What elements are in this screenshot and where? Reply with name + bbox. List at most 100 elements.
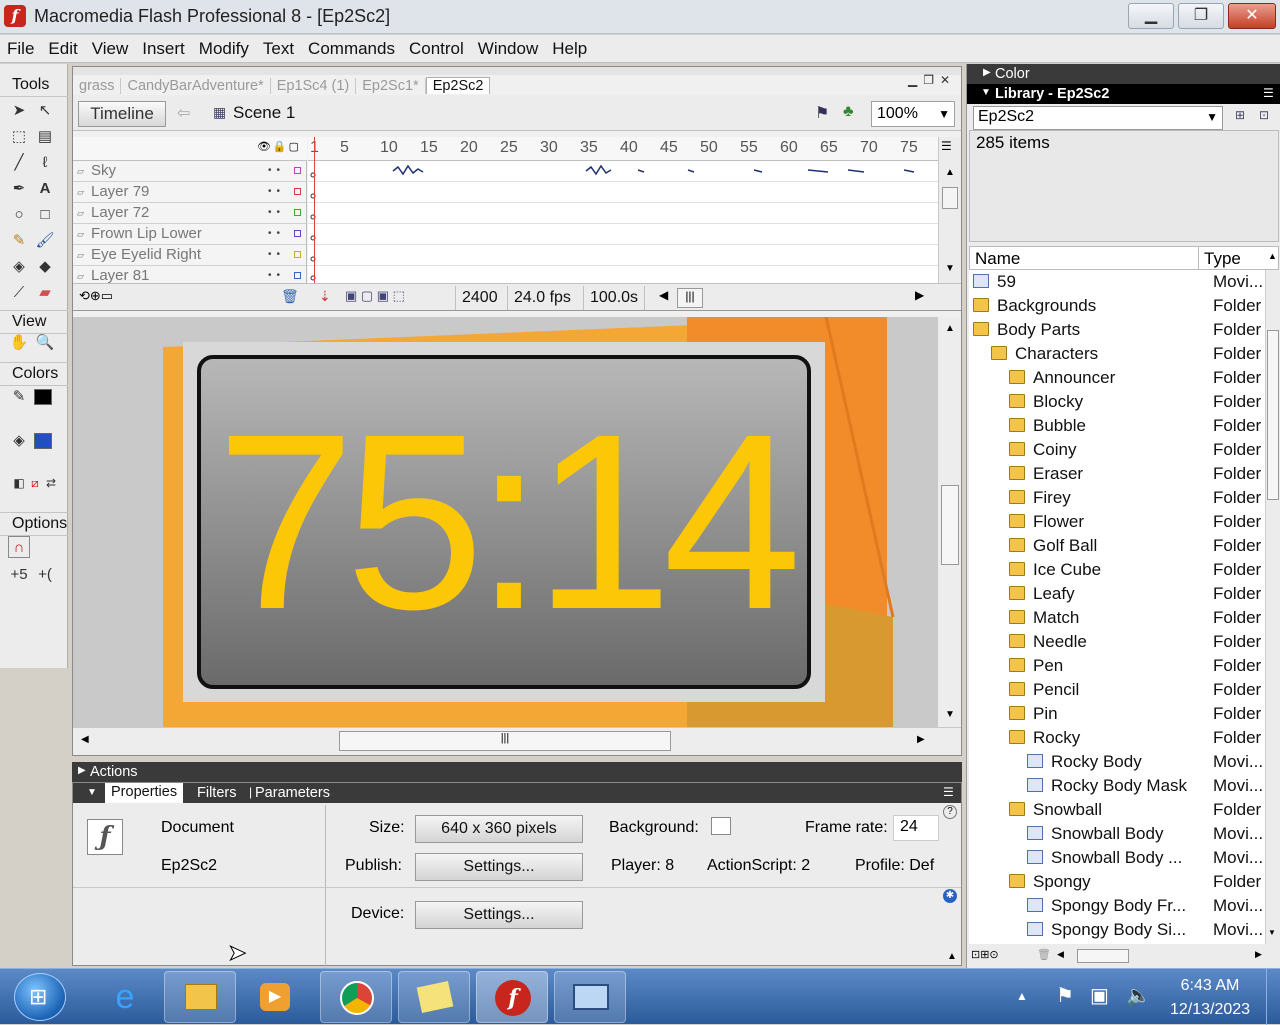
menu-edit[interactable]: Edit — [41, 35, 84, 59]
library-row[interactable]: Pen Folder — [969, 654, 1265, 678]
brush-tool-icon[interactable]: 🖌 — [34, 230, 56, 252]
frame-ruler[interactable]: 1 5 10 15 20 25 30 35 40 45 50 55 60 65 … — [308, 137, 938, 161]
fill-color-icon[interactable]: ◈ — [8, 430, 30, 452]
layer-row-sky[interactable]: ▱ Sky •• — [73, 161, 306, 182]
library-row[interactable]: Golf Ball Folder — [969, 534, 1265, 558]
scroll-thumb[interactable]: ||| — [339, 731, 671, 751]
library-row[interactable]: Spongy Folder — [969, 870, 1265, 894]
pen-tool-icon[interactable]: ✒ — [8, 178, 30, 200]
snap-magnet-icon[interactable]: ∩ — [8, 536, 30, 558]
tab-filters[interactable]: Filters — [197, 785, 236, 801]
library-row[interactable]: Snowball Body ... Movi... — [969, 846, 1265, 870]
clock-date[interactable]: 12/13/2023 — [1160, 1001, 1260, 1019]
publish-settings-button[interactable]: Settings... — [415, 853, 583, 881]
scroll-up-icon[interactable]: ▲ — [945, 167, 955, 178]
library-row[interactable]: Leafy Folder — [969, 582, 1265, 606]
zoom-tool-icon[interactable]: 🔍 — [34, 332, 56, 354]
library-row[interactable]: Coiny Folder — [969, 438, 1265, 462]
scroll-thumb[interactable] — [1267, 330, 1279, 500]
library-row[interactable]: Spongy Body Fr... Movi... — [969, 894, 1265, 918]
library-row[interactable]: Snowball Folder — [969, 798, 1265, 822]
back-arrow-icon[interactable]: ⇦ — [177, 103, 190, 123]
line-tool-icon[interactable]: ╱ — [8, 152, 30, 174]
network-icon[interactable]: ▣ — [1090, 983, 1109, 1008]
subselection-tool-icon[interactable]: ↖ — [34, 100, 56, 122]
internet-explorer-icon[interactable]: e — [94, 971, 156, 1023]
menu-help[interactable]: Help — [545, 35, 594, 59]
onion-skin-icons[interactable]: ▣ ▢ ▣ ⬚ — [345, 288, 405, 304]
menu-file[interactable]: File — [0, 35, 41, 59]
library-row[interactable]: Firey Folder — [969, 486, 1265, 510]
column-name-header[interactable]: Name — [975, 249, 1020, 269]
menu-control[interactable]: Control — [402, 35, 471, 59]
stroke-color-swatch[interactable] — [34, 389, 52, 405]
scroll-down-icon[interactable]: ▼ — [1268, 928, 1276, 937]
stage-area[interactable]: 75:14 — [73, 317, 937, 727]
pin-library-icon[interactable]: ⊞ — [1235, 108, 1245, 122]
scroll-right-icon[interactable]: ▶ — [1255, 949, 1262, 960]
paint-bucket-tool-icon[interactable]: ◆ — [34, 256, 56, 278]
scroll-thumb[interactable] — [1077, 949, 1129, 963]
sort-arrow-icon[interactable]: ▲ — [1268, 251, 1277, 261]
fill-transform-tool-icon[interactable]: ▤ — [34, 126, 56, 148]
media-player-taskbar-button[interactable]: ▶ — [244, 971, 306, 1023]
fill-color-swatch[interactable] — [34, 433, 52, 449]
menu-commands[interactable]: Commands — [301, 35, 402, 59]
library-row[interactable]: Rocky Body Movi... — [969, 750, 1265, 774]
frames-area[interactable]: 1 5 10 15 20 25 30 35 40 45 50 55 60 65 … — [308, 137, 938, 287]
scroll-left-icon[interactable]: ◀ — [81, 734, 89, 745]
smooth-icon[interactable]: +5 — [8, 564, 30, 586]
column-type-header[interactable]: Type — [1204, 249, 1241, 269]
menu-view[interactable]: View — [85, 35, 136, 59]
hand-tool-icon[interactable]: ✋ — [8, 332, 30, 354]
tab-grass[interactable]: grass — [73, 78, 122, 94]
rectangle-tool-icon[interactable]: □ — [34, 204, 56, 226]
layer-row-frown-lip-lower[interactable]: ▱ Frown Lip Lower •• — [73, 224, 306, 245]
delete-layer-icon[interactable]: 🗑 — [281, 288, 299, 305]
library-row[interactable]: Rocky Folder — [969, 726, 1265, 750]
ink-bottle-tool-icon[interactable]: ◈ — [8, 256, 30, 278]
eyedropper-tool-icon[interactable]: ⟋ — [8, 282, 30, 304]
frame-row[interactable] — [308, 224, 938, 245]
library-row[interactable]: Bubble Folder — [969, 414, 1265, 438]
remote-desktop-taskbar-button[interactable] — [554, 971, 626, 1023]
library-row[interactable]: Eraser Folder — [969, 462, 1265, 486]
scroll-right-icon[interactable]: ▶ — [917, 734, 925, 745]
accessibility-icon[interactable]: ✱ — [943, 889, 957, 903]
menu-window[interactable]: Window — [471, 35, 545, 59]
free-transform-tool-icon[interactable]: ⬚ — [8, 126, 30, 148]
library-row[interactable]: Snowball Body Movi... — [969, 822, 1265, 846]
tab-properties[interactable]: Properties — [105, 783, 184, 803]
timeline-toggle-button[interactable]: Timeline — [78, 101, 166, 127]
tab-ep2sc1[interactable]: Ep2Sc1* — [356, 78, 426, 94]
chrome-taskbar-button[interactable] — [320, 971, 392, 1023]
delete-item-icon[interactable]: 🗑 — [1037, 948, 1051, 961]
library-document-select[interactable]: Ep2Sc2 ▼ — [973, 106, 1223, 130]
zoom-select[interactable]: 100% ▼ — [871, 101, 955, 127]
eraser-tool-icon[interactable]: ▰ — [34, 282, 56, 304]
file-explorer-taskbar-button[interactable] — [164, 971, 236, 1023]
tab-ep2sc2[interactable]: Ep2Sc2 — [425, 77, 491, 94]
library-vscroll[interactable]: ▼ — [1265, 270, 1279, 944]
menu-text[interactable]: Text — [256, 35, 301, 59]
actions-panel-header[interactable]: ▶ Actions — [72, 762, 962, 782]
collapse-arrow-icon[interactable]: ▼ — [87, 787, 97, 798]
library-row[interactable]: Match Folder — [969, 606, 1265, 630]
help-icon[interactable]: ? — [943, 805, 957, 819]
straighten-icon[interactable]: +( — [34, 564, 56, 586]
edit-symbol-icon[interactable]: ♣ — [843, 103, 854, 121]
maximize-button[interactable]: ❐ — [1178, 3, 1224, 29]
action-center-flag-icon[interactable]: ⚑ — [1056, 983, 1074, 1008]
timeline-hscroll-thumb[interactable]: ||| — [677, 288, 703, 308]
library-row[interactable]: Rocky Body Mask Movi... — [969, 774, 1265, 798]
background-color-swatch[interactable] — [711, 817, 731, 835]
library-row[interactable]: Flower Folder — [969, 510, 1265, 534]
frame-row[interactable] — [308, 245, 938, 266]
edit-scene-icon[interactable]: ⚑ — [815, 103, 829, 123]
frame-rate-input[interactable]: 24 — [893, 815, 939, 841]
scroll-down-icon[interactable]: ▼ — [945, 263, 955, 274]
layer-row-eye-eyelid-right[interactable]: ▱ Eye Eyelid Right •• — [73, 245, 306, 266]
eye-lock-outline-icons[interactable]: 👁🔒▢ — [257, 140, 301, 153]
color-panel-header[interactable]: ▶ Color — [967, 64, 1280, 84]
show-hidden-icons[interactable]: ▲ — [1016, 989, 1028, 1003]
